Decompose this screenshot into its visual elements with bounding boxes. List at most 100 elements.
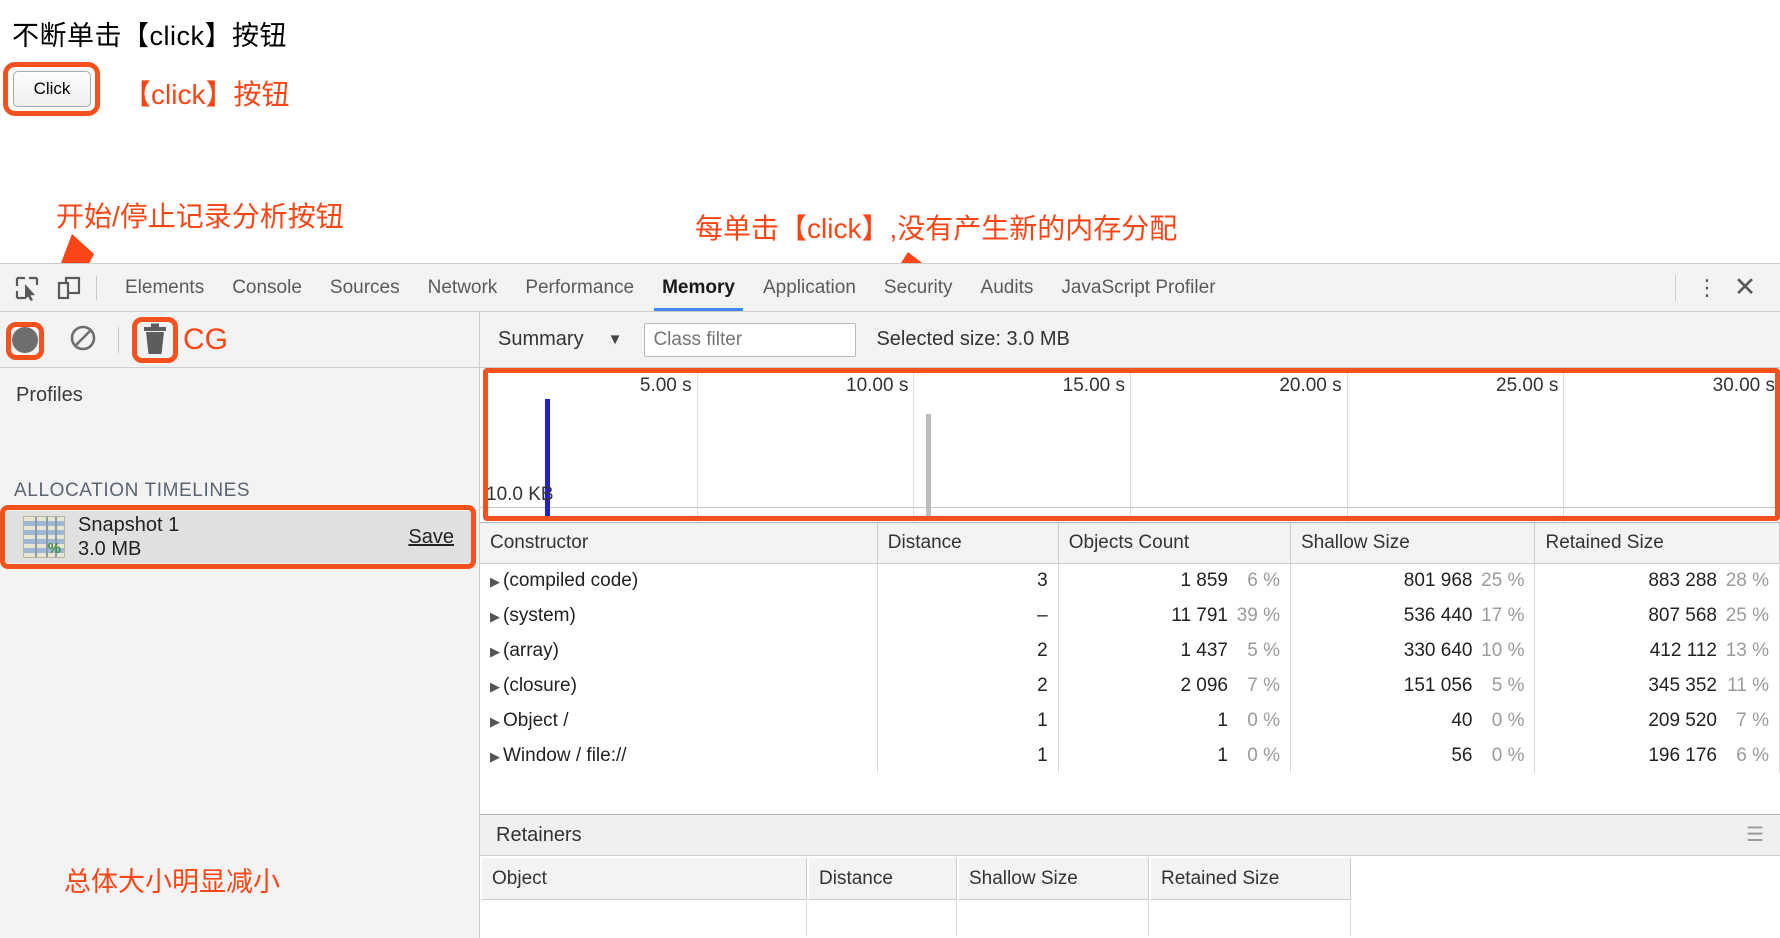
timeline-tick-label: 25.00 s [1496,375,1559,396]
tab-security[interactable]: Security [870,264,967,311]
click-button[interactable]: Click [13,71,91,107]
expand-triangle-icon[interactable]: ▶ [490,749,500,764]
tab-console[interactable]: Console [218,264,316,311]
view-select[interactable]: Summary ▼ [498,328,622,351]
cell-retained-size: 883 288 28 % [1534,563,1780,598]
cell-constructor[interactable]: ▶ (compiled code) [480,563,878,598]
tab-sources[interactable]: Sources [316,264,414,311]
clear-all-icon[interactable] [68,323,98,357]
cell-retained-size-value: 345 352 [1648,674,1717,696]
cg-annotation-label: CG [183,322,228,356]
cell-constructor[interactable]: ▶ (array) [480,633,878,668]
devtools-window: Elements Console Sources Network Perform… [0,263,1780,938]
table-row[interactable]: ▶ Object /1 1 0 % 40 0 % 209 520 7 % [480,703,1780,738]
cell-retained-percent: 28 % [1725,569,1769,591]
retainers-column-object[interactable]: Object [482,858,807,900]
cell-distance: 2 [877,633,1059,668]
cell-retained-percent: 7 % [1736,709,1769,731]
cell-constructor[interactable]: ▶ (closure) [480,668,878,703]
retainers-header: Retainers ☰ [480,814,1780,856]
cell-retained-percent: 6 % [1736,744,1769,766]
constructor-name: Object / [503,709,569,731]
devtools-tabstrip: Elements Console Sources Network Perform… [0,264,1780,312]
cell-objects-percent: 6 % [1247,569,1280,591]
tab-network[interactable]: Network [414,264,512,311]
snapshot-size: 3.0 MB [78,538,142,560]
timeline-gridline [913,368,915,522]
more-options-icon[interactable]: ⋮ [1694,276,1720,299]
cell-constructor[interactable]: ▶ (system) [480,598,878,633]
retainers-column-shallow-size[interactable]: Shallow Size [959,858,1149,900]
table-row[interactable]: ▶ (array) 2 1 437 5 % 330 640 10 % 412 112 13 % [480,633,1780,668]
table-row[interactable]: ▶ (compiled code) 3 1 859 6 % 801 968 25 % 883 … [480,563,1780,598]
expand-triangle-icon[interactable]: ▶ [490,644,500,659]
tab-audits[interactable]: Audits [967,264,1048,311]
cell-shallow-percent: 0 % [1491,744,1525,766]
cell-retained-size-value: 412 112 [1649,639,1717,661]
cell-retained-percent: 13 % [1725,639,1769,661]
snapshot-save-link[interactable]: Save [408,526,454,549]
table-row[interactable]: ▶ (system) –11 791 39 % 536 440 17 % 807 568 25… [480,598,1780,633]
cell-constructor[interactable]: ▶ Window / file:// [480,738,878,773]
cell-objects-count-value: 2 096 [1180,674,1228,696]
tab-performance[interactable]: Performance [511,264,648,311]
tab-memory[interactable]: Memory [648,264,749,311]
retainers-column-distance[interactable]: Distance [809,858,957,900]
expand-triangle-icon[interactable]: ▶ [490,574,500,589]
tabstrip-right-controls: ⋮ ✕ [1675,272,1780,303]
cell-shallow-percent: 0 % [1491,709,1525,731]
constructor-name: (closure) [503,674,577,696]
cell-shallow-size-value: 536 440 [1403,604,1473,626]
cell-objects-percent: 5 % [1247,639,1280,661]
cell-retained-size: 196 176 6 % [1534,738,1780,773]
column-header-constructor[interactable]: Constructor [480,523,878,564]
column-header-retained-size[interactable]: Retained Size [1534,523,1780,564]
web-page-area: 不断单击【click】按钮 Click 【click】按钮 开始/停止记录分析按… [0,0,1780,374]
profiles-sidebar: CG Profiles ALLOCATION TIMELINES % Snaps… [0,312,480,938]
record-button[interactable] [12,326,38,353]
retainers-empty-row [482,902,1351,936]
retainers-menu-icon[interactable]: ☰ [1746,825,1764,845]
cell-constructor[interactable]: ▶ Object / [480,703,878,738]
cell-objects-percent: 0 % [1247,744,1280,766]
snapshot-list-item[interactable]: % Snapshot 1 3.0 MB Save [6,511,472,563]
timeline-y-label: 10.0 KB [486,484,554,505]
constructor-name: Window / file:// [503,744,627,766]
snapshot-icon-percent: % [47,540,61,557]
tab-elements[interactable]: Elements [111,264,218,311]
column-header-objects-count[interactable]: Objects Count [1058,523,1291,564]
cell-shallow-size-value: 801 968 [1403,569,1473,591]
cell-retained-size: 412 112 13 % [1534,633,1780,668]
device-toolbar-icon[interactable] [54,273,84,303]
cell-shallow-size: 40 0 % [1290,703,1536,738]
table-row[interactable]: ▶ (closure) 2 2 096 7 % 151 056 5 % 345 352 11 % [480,668,1780,703]
timeline-gridline [696,368,698,522]
cell-objects-percent: 7 % [1247,674,1280,696]
column-header-shallow-size[interactable]: Shallow Size [1290,523,1536,564]
tab-application[interactable]: Application [749,264,870,311]
memory-profile-content: Summary ▼ Selected size: 3.0 MB 5.00 s10… [480,312,1780,938]
cell-retained-size: 345 352 11 % [1534,668,1780,703]
class-filter-input[interactable] [644,322,857,357]
tab-javascript-profiler[interactable]: JavaScript Profiler [1047,264,1229,311]
annotation-no-new-allocation: 每单击【click】,没有产生新的内存分配 [695,213,1178,244]
close-icon[interactable]: ✕ [1728,272,1762,303]
constructors-table: Constructor Distance Objects Count Shall… [480,523,1780,773]
expand-triangle-icon[interactable]: ▶ [490,679,500,694]
sidebar-toolbar: CG [0,312,479,368]
table-row[interactable]: ▶ Window / file://1 1 0 % 56 0 % 196 176 6 % [480,738,1780,773]
collect-garbage-button[interactable] [132,316,178,363]
cell-retained-percent: 11 % [1727,674,1769,696]
timeline-tick-label: 30.00 s [1712,375,1775,396]
inspect-element-icon[interactable] [12,273,42,303]
cell-objects-count-value: 11 791 [1171,604,1228,626]
expand-triangle-icon[interactable]: ▶ [490,714,500,729]
expand-triangle-icon[interactable]: ▶ [490,609,500,624]
cell-objects-count: 2 096 7 % [1058,668,1291,703]
retainers-panel: Retainers ☰ Object Distance Shallow Size… [480,814,1780,938]
allocation-timeline-chart[interactable]: 5.00 s 10.00 s 15.00 s 20.00 s 25.00 s 30.00 … [480,368,1780,523]
snapshot-text: Snapshot 1 3.0 MB [78,513,179,562]
retainers-column-retained-size[interactable]: Retained Size [1151,858,1351,900]
column-header-distance[interactable]: Distance [877,523,1059,564]
table-header-row: Constructor Distance Objects Count Shall… [480,523,1780,564]
